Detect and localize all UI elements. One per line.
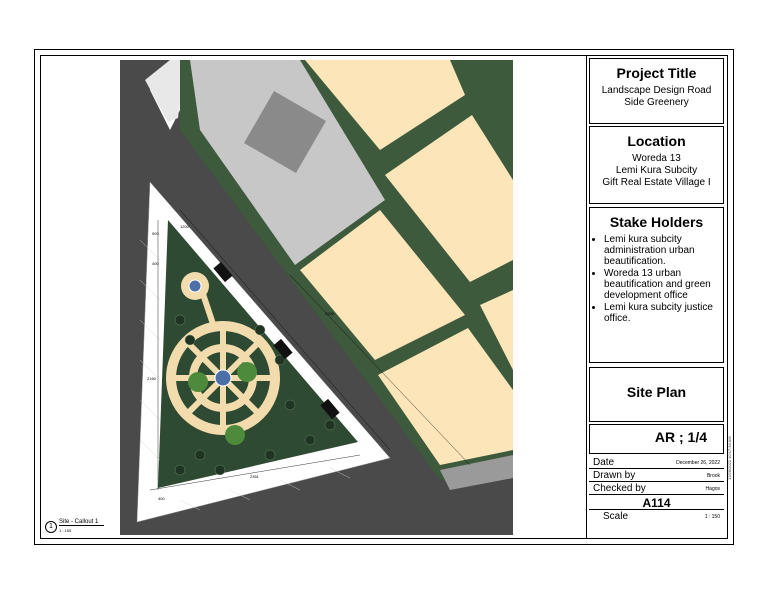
checked-by-label: Checked by — [593, 483, 646, 494]
location-line1: Woreda 13 — [632, 153, 681, 164]
checked-by-value: Hagos — [705, 486, 720, 492]
stakeholders-panel: Stake Holders Lemi kura subcity administ… — [589, 207, 724, 363]
drawing-title: Site Plan — [626, 384, 687, 400]
project-title-heading: Project Title — [616, 65, 697, 81]
dim-text-5: 900 — [152, 231, 159, 236]
callout-name: Site - Callout 1 — [59, 519, 105, 526]
stakeholder-item: Lemi kura subcity justice office. — [604, 302, 719, 324]
project-title-line1: Landscape Design Road — [601, 85, 712, 96]
dim-text-1: 400 — [158, 496, 165, 501]
stakeholder-item: Lemi kura subcity administration urban b… — [604, 234, 719, 267]
date-row: Date December 26, 2022 — [589, 457, 724, 469]
dim-text-6: 400 — [152, 261, 159, 266]
location-panel: Location Woreda 13 Lemi Kura Subcity Gif… — [589, 126, 724, 204]
drawing-title-panel: Site Plan — [589, 367, 724, 422]
checked-by-row: Checked by Hagos — [589, 483, 724, 495]
dim-text-2: 2351 — [250, 474, 260, 479]
date-label: Date — [593, 457, 615, 468]
title-block-divider — [586, 55, 587, 539]
print-stamp: 12/26/2022 10:17:34 AM — [727, 436, 732, 480]
location-line2: Lemi Kura Subcity — [615, 165, 698, 176]
callout-number: 1 — [45, 521, 57, 533]
stakeholder-item: Woreda 13 urban beautification and green… — [604, 268, 719, 301]
drawn-by-value: Brook — [706, 473, 720, 479]
dim-text-4: 2160 — [147, 376, 157, 381]
drawn-by-row: Drawn by Brook — [589, 470, 724, 482]
site-plan-drawing: 400 2351 2200 2160 900 400 1200 — [120, 60, 513, 535]
location-line3: Gift Real Estate Village I — [602, 177, 711, 188]
dim-text-7: 1200 — [180, 224, 190, 229]
project-title-line2: Side Greenery — [624, 97, 689, 108]
scale-row: Scale 1 : 150 — [589, 510, 724, 524]
view-callout: 1 Site - Callout 1 1 : 150 — [45, 519, 115, 535]
location-heading: Location — [627, 133, 686, 149]
central-fountain — [214, 369, 232, 387]
project-title-panel: Project Title Landscape Design Road Side… — [589, 58, 724, 124]
stakeholders-heading: Stake Holders — [609, 214, 704, 230]
stakeholders-list: Lemi kura subcity administration urban b… — [592, 234, 719, 324]
dim-text-3: 2200 — [325, 311, 335, 316]
callout-scale: 1 : 150 — [59, 528, 72, 533]
sheet-number: A114 — [589, 496, 724, 510]
scale-label: Scale — [603, 511, 629, 522]
drawn-by-label: Drawn by — [593, 470, 636, 481]
scale-value: 1 : 150 — [704, 514, 720, 520]
small-fountain — [188, 279, 202, 293]
sheet-code: AR ; 1/4 — [589, 424, 724, 454]
date-value: December 26, 2022 — [676, 460, 720, 466]
